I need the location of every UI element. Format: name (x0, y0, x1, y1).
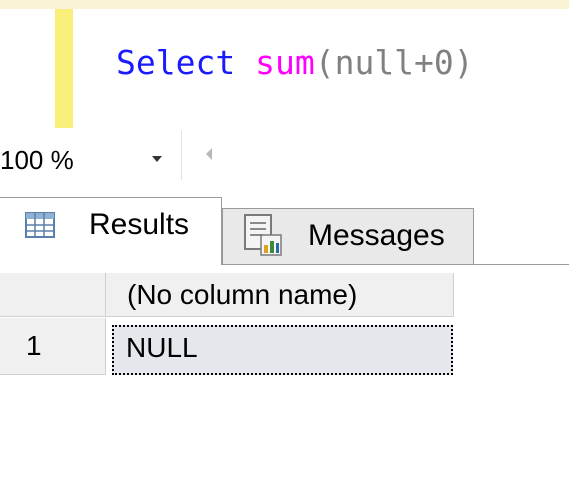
row-number-header[interactable] (0, 273, 106, 317)
zoom-value: 100 % (0, 145, 74, 175)
result-cell[interactable]: NULL (112, 325, 453, 375)
tab-results[interactable]: Results (0, 197, 222, 265)
results-grid: (No column name) 1 NULL (0, 265, 569, 481)
column-header[interactable]: (No column name) (106, 273, 454, 317)
editor-change-margin (55, 9, 73, 128)
code-line[interactable]: Select sum(null+0) (116, 41, 474, 85)
tab-results-label: Results (89, 208, 190, 241)
result-cell-value: NULL (126, 332, 198, 363)
sql-expression: null+0 (334, 43, 454, 82)
sql-function: sum (255, 43, 315, 82)
zoom-dropdown[interactable]: 100 % (0, 130, 182, 180)
chevron-down-icon[interactable] (152, 156, 162, 162)
sql-paren-close: ) (453, 43, 474, 82)
messages-icon (241, 213, 287, 264)
scroll-left-icon[interactable] (206, 148, 212, 160)
row-number[interactable]: 1 (0, 318, 106, 375)
sql-paren-open: ( (314, 43, 335, 82)
sql-keyword: Select (116, 43, 236, 82)
tab-messages-label: Messages (308, 219, 445, 252)
query-editor[interactable]: Select sum(null+0) (0, 0, 569, 128)
row-number-label: 1 (26, 330, 42, 361)
tab-messages[interactable]: Messages (222, 208, 474, 265)
column-header-label: (No column name) (127, 279, 358, 310)
results-tabstrip: Results Messages (0, 180, 569, 265)
zoom-bar: 100 % (0, 128, 569, 180)
editor-top-strip (0, 0, 569, 9)
grid-icon (25, 212, 55, 243)
